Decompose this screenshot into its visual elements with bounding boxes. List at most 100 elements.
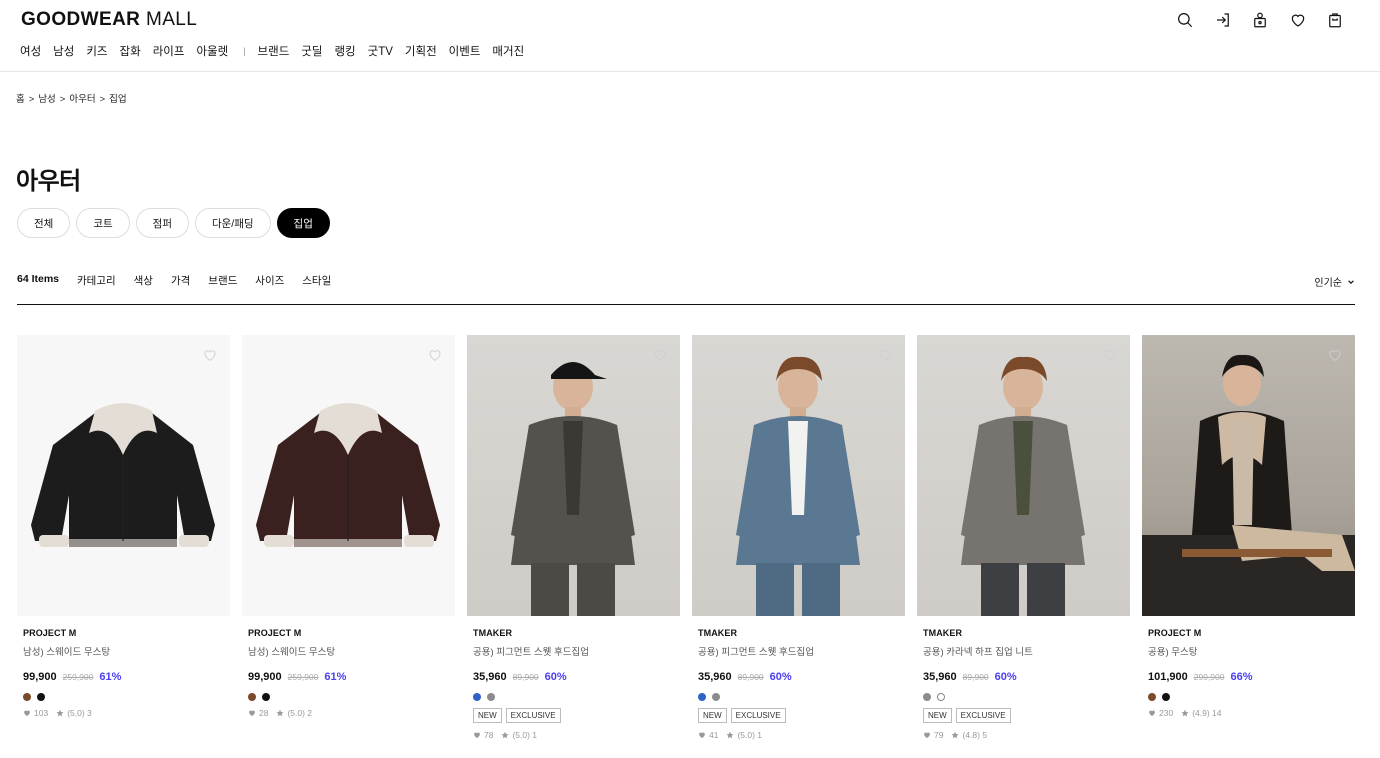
product-brand[interactable]: PROJECT M [248,628,455,638]
breadcrumb-item[interactable]: 집업 [109,94,126,105]
product-card[interactable]: PROJECT M 공용) 무스탕 101,900 299,900 66% 230 (4.9… [1142,335,1355,740]
filter-item[interactable]: 스타일 [302,273,331,288]
mypage-icon[interactable] [1242,10,1280,30]
color-swatch[interactable] [23,693,31,701]
gnb-item[interactable]: 키즈 [86,43,107,59]
product-image[interactable] [692,335,905,616]
category-chip[interactable]: 전체 [17,208,71,238]
breadcrumb-item[interactable]: 홈 [16,94,25,105]
product-name[interactable]: 남성) 스웨이드 무스탕 [248,644,455,658]
color-swatch[interactable] [1162,693,1170,701]
color-swatches [23,693,230,701]
color-swatch[interactable] [1148,693,1156,701]
color-swatches [473,693,680,701]
filter-item[interactable]: 브랜드 [208,273,237,288]
star-icon [56,709,64,717]
product-card[interactable]: TMAKER 공용) 피그먼트 스웻 후드집업 35,960 89,900 60% NEW… [692,335,905,740]
heart-icon[interactable] [1327,347,1343,363]
sale-price: 35,960 [473,671,507,683]
category-chip[interactable]: 다운/패딩 [194,208,271,238]
gnb-item[interactable]: 여성 [20,43,41,59]
product-name[interactable]: 공용) 카라넥 하프 집업 니트 [923,644,1130,658]
gnb-item[interactable]: 잡화 [120,43,141,59]
item-count: 64 Items [17,273,60,285]
login-icon[interactable] [1204,10,1242,30]
category-chip[interactable]: 코트 [76,208,130,238]
like-count: 78 [484,730,494,740]
color-swatch[interactable] [923,693,931,701]
product-brand[interactable]: TMAKER [473,628,680,638]
heart-icon[interactable] [427,347,443,363]
product-brand[interactable]: TMAKER [923,628,1130,638]
heart-icon[interactable] [1102,347,1118,363]
like-count: 230 [1159,708,1174,718]
color-swatch[interactable] [937,693,945,701]
heart-icon [24,710,30,716]
breadcrumb-item[interactable]: 남성 [38,94,55,105]
color-swatch[interactable] [487,693,495,701]
heart-icon [474,732,480,738]
gnb-item[interactable]: 브랜드 [258,43,290,59]
product-card[interactable]: PROJECT M 남성) 스웨이드 무스탕 99,900 259,900 61% 28 (… [242,335,455,740]
product-card[interactable]: TMAKER 공용) 피그먼트 스웻 후드집업 35,960 89,900 60% NEW… [467,335,680,740]
product-name[interactable]: 공용) 피그먼트 스웻 후드집업 [473,644,680,658]
gnb-item[interactable]: 라이프 [153,43,185,59]
badge-list: NEW EXCLUSIVE [698,708,905,723]
product-card[interactable]: PROJECT M 남성) 스웨이드 무스탕 99,900 259,900 61% 103… [17,335,230,740]
wishlist-icon[interactable] [1279,10,1317,30]
product-name[interactable]: 공용) 피그먼트 스웻 후드집업 [698,644,905,658]
product-image[interactable] [1142,335,1355,616]
product-image[interactable] [17,335,230,616]
product-image[interactable] [467,335,680,616]
sort-dropdown[interactable]: 인기순 [1314,274,1355,289]
original-price: 259,900 [287,672,319,682]
product-name[interactable]: 공용) 무스탕 [1148,644,1355,658]
product-model-image [736,356,860,616]
product-brand[interactable]: PROJECT M [1148,628,1355,638]
gnb-item[interactable]: 이벤트 [449,43,481,59]
color-swatch[interactable] [698,693,706,701]
gnb-item[interactable]: 남성 [53,43,74,59]
breadcrumb-separator: > [99,94,106,105]
heart-icon [924,732,930,738]
site-logo[interactable]: GOODWEAR MALL [21,9,197,31]
sale-price: 35,960 [923,671,957,683]
breadcrumb-item[interactable]: 아우터 [69,94,95,105]
color-swatch[interactable] [37,693,45,701]
gnb-item[interactable]: 랭킹 [334,43,355,59]
color-swatch[interactable] [473,693,481,701]
product-image[interactable] [917,335,1130,616]
category-chip[interactable]: 점퍼 [135,208,189,238]
heart-icon[interactable] [652,347,668,363]
price-row: 35,960 89,900 60% [698,671,905,683]
badge-list: NEW EXCLUSIVE [473,708,680,723]
cart-icon[interactable] [1317,10,1355,30]
gnb-item[interactable]: 굿TV [368,43,393,59]
filter-item[interactable]: 색상 [134,273,153,288]
star-icon [951,731,959,739]
product-brand[interactable]: PROJECT M [23,628,230,638]
color-swatch[interactable] [712,693,720,701]
heart-icon[interactable] [202,347,218,363]
header-divider [0,71,1380,72]
color-swatch[interactable] [262,693,270,701]
color-swatch[interactable] [248,693,256,701]
search-icon[interactable] [1167,10,1205,30]
gnb-item[interactable]: 굿딜 [301,43,322,59]
product-card[interactable]: TMAKER 공용) 카라넥 하프 집업 니트 35,960 89,900 60% NEW… [917,335,1130,740]
filter-item[interactable]: 사이즈 [255,273,284,288]
gnb-item[interactable]: 기획전 [405,43,437,59]
filter-item[interactable]: 가격 [171,273,190,288]
gnb-item[interactable]: 매거진 [492,43,524,59]
heart-icon [1149,710,1155,716]
product-image[interactable] [242,335,455,616]
heart-icon[interactable] [877,347,893,363]
category-chip[interactable]: 집업 [276,208,330,238]
product-meta: 41 (5.0) 1 [698,730,905,740]
filter-item[interactable]: 카테고리 [77,273,116,288]
gnb-item[interactable]: 아울렛 [196,43,228,59]
product-brand[interactable]: TMAKER [698,628,905,638]
global-nav: 여성 남성 키즈 잡화 라이프 아울렛 | 브랜드 굿딜 랭킹 굿TV 기획전 이벤트 매거진 [20,43,536,59]
product-meta: 79 (4.8) 5 [923,730,1130,740]
product-name[interactable]: 남성) 스웨이드 무스탕 [23,644,230,658]
